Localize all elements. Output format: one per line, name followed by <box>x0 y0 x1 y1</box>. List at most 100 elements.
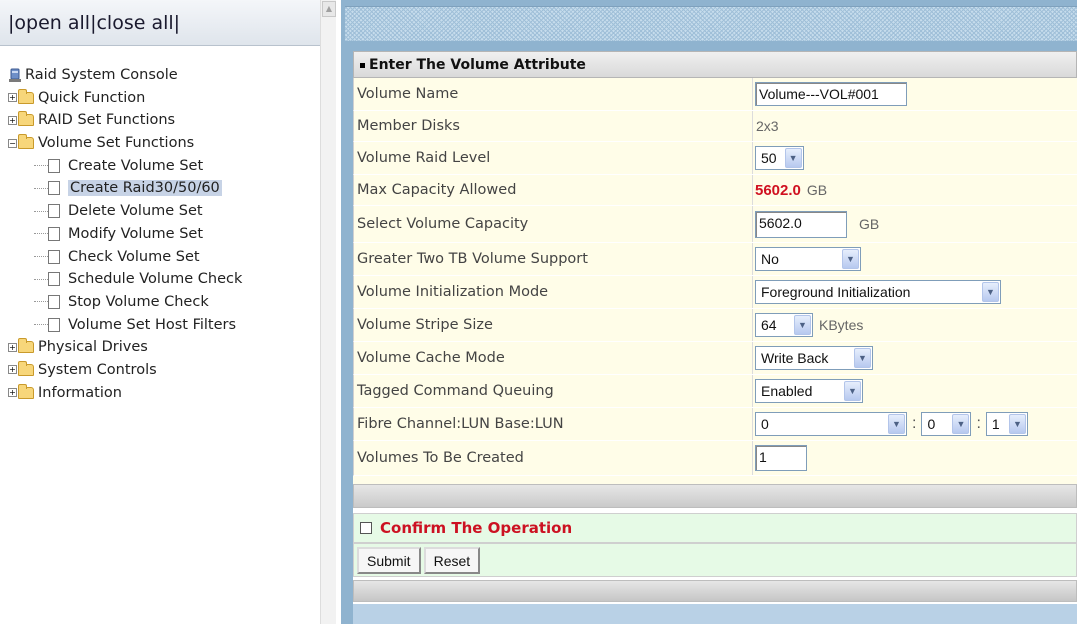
document-icon <box>48 294 60 309</box>
plus-box-icon[interactable]: + <box>8 365 17 375</box>
row-cache-mode: Volume Cache Mode Write Back ▼ <box>353 342 1077 375</box>
tree-item-create-volume-set[interactable]: Create Volume Set <box>8 155 242 178</box>
plus-box-icon[interactable]: + <box>8 388 17 398</box>
chevron-down-icon[interactable]: ▼ <box>842 249 859 269</box>
tree-item-volume-set-functions[interactable]: − Volume Set Functions <box>8 132 242 155</box>
footer-bar <box>353 580 1077 602</box>
tree-item-quick-function[interactable]: + Quick Function <box>8 87 242 110</box>
row-fibre-lun: Fibre Channel:LUN Base:LUN 0 ▼ : 0 ▼ : 1 ▼ <box>353 408 1077 441</box>
header-pattern-bar <box>345 6 1077 41</box>
separator-bar <box>353 484 1077 508</box>
row-tcq: Tagged Command Queuing Enabled ▼ <box>353 375 1077 408</box>
row-spacer <box>353 476 1077 484</box>
chevron-down-icon[interactable]: ▼ <box>888 414 905 434</box>
fibre-channel-select[interactable]: 0 ▼ <box>755 412 907 436</box>
scroll-up-icon[interactable]: ▲ <box>322 1 336 17</box>
chevron-down-icon[interactable]: ▼ <box>794 315 811 335</box>
select-capacity-unit: GB <box>859 216 880 232</box>
tree-connector <box>34 278 48 280</box>
volume-name-input[interactable]: Volume---VOL#001 <box>755 82 907 106</box>
close-all-link[interactable]: close all <box>96 12 173 34</box>
content-frame: Enter The Volume Attribute Volume Name V… <box>341 0 1077 624</box>
plus-box-icon[interactable]: + <box>8 93 17 103</box>
label-select-capacity: Select Volume Capacity <box>357 206 753 242</box>
lun-base-select[interactable]: 0 ▼ <box>921 412 972 436</box>
navigation-frame: |open all|close all| ▲ Raid System Conso… <box>0 0 336 624</box>
minus-box-icon[interactable]: − <box>8 138 17 148</box>
tree-item-schedule-volume-check[interactable]: Schedule Volume Check <box>8 268 242 291</box>
chevron-down-icon[interactable]: ▼ <box>982 282 999 302</box>
stripe-size-select[interactable]: 64 ▼ <box>755 313 813 337</box>
tree-root-label: Raid System Console <box>25 67 178 83</box>
tree-item-check-volume-set[interactable]: Check Volume Set <box>8 246 242 269</box>
separator: | <box>173 12 181 34</box>
chevron-down-icon[interactable]: ▼ <box>1008 414 1026 434</box>
label-volume-name: Volume Name <box>357 78 753 110</box>
bottom-strip <box>353 604 1077 624</box>
tree-item-physical-drives[interactable]: + Physical Drives <box>8 336 242 359</box>
tcq-select[interactable]: Enabled ▼ <box>755 379 863 403</box>
chevron-down-icon[interactable]: ▼ <box>952 414 970 434</box>
cache-mode-select[interactable]: Write Back ▼ <box>755 346 873 370</box>
label-member-disks: Member Disks <box>357 111 753 141</box>
row-select-capacity: Select Volume Capacity 5602.0 GB <box>353 206 1077 243</box>
tree-item-information[interactable]: + Information <box>8 382 242 405</box>
reset-button[interactable]: Reset <box>423 547 481 574</box>
select-value: 1 <box>991 416 1000 432</box>
select-value: 50 <box>761 150 777 166</box>
tree-item-label: Stop Volume Check <box>68 293 209 310</box>
raid-level-select[interactable]: 50 ▼ <box>755 146 804 170</box>
tree-item-label: Delete Volume Set <box>68 203 203 220</box>
tree-connector <box>34 256 48 257</box>
folder-icon <box>18 383 34 399</box>
plus-box-icon[interactable]: + <box>8 115 17 125</box>
row-greater-two-tb: Greater Two TB Volume Support No ▼ <box>353 243 1077 276</box>
tree-item-label: Volume Set Host Filters <box>68 316 237 333</box>
console-icon <box>9 68 21 82</box>
tree-connector <box>34 165 48 167</box>
tree-item-create-raid30-50-60[interactable]: Create Raid30/50/60 <box>8 177 242 200</box>
open-all-link[interactable]: open all <box>14 12 90 34</box>
plus-box-icon[interactable]: + <box>8 342 17 352</box>
label-fibre-lun: Fibre Channel:LUN Base:LUN <box>357 408 753 440</box>
tree-toolbar: |open all|close all| <box>0 0 320 46</box>
select-value: 64 <box>761 317 777 333</box>
tree-item-label: Check Volume Set <box>68 248 200 265</box>
tree-item-system-controls[interactable]: + System Controls <box>8 359 242 382</box>
tree-item-raid-set-functions[interactable]: + RAID Set Functions <box>8 109 242 132</box>
tree-connector <box>34 210 48 212</box>
document-icon <box>48 204 60 219</box>
row-member-disks: Member Disks 2x3 <box>353 111 1077 142</box>
volumes-count-input[interactable]: 1 <box>755 445 807 471</box>
chevron-down-icon[interactable]: ▼ <box>784 148 802 168</box>
tree-item-label: Create Volume Set <box>68 157 204 174</box>
tree-item-modify-volume-set[interactable]: Modify Volume Set <box>8 223 242 246</box>
init-mode-select[interactable]: Foreground Initialization ▼ <box>755 280 1001 304</box>
tree-item-stop-volume-check[interactable]: Stop Volume Check <box>8 291 242 314</box>
greater-two-tb-select[interactable]: No ▼ <box>755 247 861 271</box>
document-icon <box>48 272 60 287</box>
tree-connector <box>34 324 48 326</box>
folder-open-icon <box>18 134 34 150</box>
label-volumes-to-create: Volumes To Be Created <box>357 441 753 475</box>
chevron-down-icon[interactable]: ▼ <box>844 381 861 401</box>
submit-button[interactable]: Submit <box>357 547 421 574</box>
label-init-mode: Volume Initialization Mode <box>357 276 753 308</box>
tree-item-label: Schedule Volume Check <box>68 271 243 288</box>
stripe-size-unit: KBytes <box>819 317 864 333</box>
tree-root[interactable]: Raid System Console <box>8 64 242 87</box>
tree-item-delete-volume-set[interactable]: Delete Volume Set <box>8 200 242 223</box>
chevron-down-icon[interactable]: ▼ <box>854 348 871 368</box>
tree-item-label-selected: Create Raid30/50/60 <box>68 180 222 197</box>
label-tcq: Tagged Command Queuing <box>357 375 753 407</box>
confirm-label[interactable]: Confirm The Operation <box>380 519 572 537</box>
tree-scrollbar[interactable]: ▲ <box>320 0 336 624</box>
confirm-checkbox[interactable] <box>360 521 372 534</box>
volume-capacity-input[interactable]: 5602.0 <box>755 210 847 238</box>
label-cache-mode: Volume Cache Mode <box>357 342 753 374</box>
tree-connector <box>34 233 48 235</box>
lun-select[interactable]: 1 ▼ <box>985 412 1028 436</box>
confirm-row: Confirm The Operation <box>353 513 1077 543</box>
tree-item-volume-set-host-filters[interactable]: Volume Set Host Filters <box>8 314 242 337</box>
select-value: Foreground Initialization <box>761 284 911 300</box>
